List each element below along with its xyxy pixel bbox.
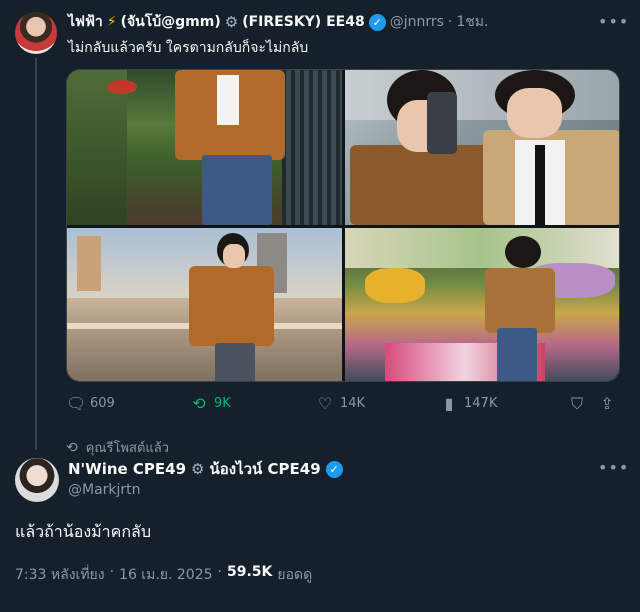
lightning-icon: ⚡	[106, 14, 117, 30]
sunflowers	[365, 268, 425, 303]
person-shirt	[217, 75, 239, 125]
heart-icon: ♡	[317, 394, 333, 413]
tweet-actions: 🗨 609 ⟲ 9K ♡ 14K ▮ 147K ⛉ ⇪	[66, 394, 620, 416]
user-handle[interactable]: @Markjrtn	[68, 482, 141, 498]
reply-count: 609	[90, 396, 115, 411]
more-options-icon[interactable]: •••	[598, 12, 629, 31]
verified-badge-icon: ✓	[368, 13, 386, 31]
display-name-secondary[interactable]: น้องไวน์ CPE49	[209, 457, 320, 481]
analytics-icon: ▮	[444, 394, 454, 413]
white-flowers	[345, 228, 619, 268]
avatar[interactable]	[15, 12, 57, 54]
person-jeans	[202, 155, 272, 225]
bookmark-button[interactable]: ⛉	[568, 394, 586, 414]
repost-icon: ⟲	[66, 439, 78, 456]
photo-4[interactable]	[345, 228, 619, 381]
more-options-icon[interactable]: •••	[598, 458, 629, 477]
gear-icon: ⚙	[191, 460, 205, 478]
view-count: 147K	[464, 396, 498, 411]
red-flowers	[107, 80, 137, 94]
reply-icon: 🗨	[66, 394, 87, 413]
tweet-header: ไฟฟ้า ⚡ (จันโบ้@gmm) ⚙ (FIRESKY) EE48 ✓ …	[68, 12, 488, 32]
repost-indicator: ⟲ คุณรีโพสต์แล้ว	[66, 437, 169, 458]
person-face	[223, 244, 245, 268]
repost-icon: ⟲	[192, 394, 206, 413]
views-button[interactable]: ▮ 147K	[440, 394, 498, 413]
repost-label: คุณรีโพสต์แล้ว	[85, 441, 170, 456]
date[interactable]: 16 เม.ย. 2025	[119, 564, 212, 586]
tweet-text: ไม่กลับแล้วครับ ใครตามกลับก็จะไม่กลับ	[68, 40, 309, 56]
separator-dot: ·	[217, 564, 222, 580]
separator-dot: ·	[447, 14, 453, 30]
display-name-secondary[interactable]: (จันโบ้@gmm)	[121, 11, 221, 33]
photo-2[interactable]	[345, 70, 619, 225]
reply-button[interactable]: 🗨 609	[66, 394, 115, 413]
gear-icon: ⚙	[224, 13, 239, 31]
person-jacket	[189, 266, 274, 346]
repost-button[interactable]: ⟲ 9K	[190, 394, 231, 413]
share-icon: ⇪	[600, 394, 614, 413]
share-button[interactable]: ⇪	[598, 394, 616, 413]
phone	[427, 92, 457, 154]
person-jeans	[497, 328, 537, 381]
person-hair	[505, 236, 541, 268]
separator-dot: ·	[109, 564, 115, 580]
avatar[interactable]	[15, 458, 59, 502]
media-grid	[66, 69, 620, 382]
tweet-text: แล้วถ้าน้องม้าคกลับ	[15, 522, 152, 541]
tie	[535, 145, 545, 225]
tweet-header: N'Wine CPE49 ⚙ น้องไวน์ CPE49 ✓	[68, 459, 343, 479]
person-jacket	[485, 268, 555, 333]
timestamp[interactable]: 1ชม.	[456, 11, 488, 33]
view-count: 59.5K	[226, 564, 273, 580]
person-left-jacket	[350, 145, 490, 225]
building	[77, 236, 101, 291]
user-handle[interactable]: @jnnrrs	[390, 14, 444, 30]
views-label: ยอดดู	[277, 567, 313, 583]
photo-3[interactable]	[67, 228, 342, 381]
like-button[interactable]: ♡ 14K	[316, 394, 365, 413]
tweet-meta: 7:33 หลังเที่ยง · 16 เม.ย. 2025 · 59.5K …	[15, 564, 312, 586]
display-name[interactable]: ไฟฟ้า	[68, 11, 103, 33]
display-name-tertiary[interactable]: (FIRESKY) EE48	[242, 14, 364, 30]
building-background	[345, 70, 619, 120]
verified-badge-icon: ✓	[325, 460, 343, 478]
like-count: 14K	[340, 396, 366, 411]
photo-1[interactable]	[67, 70, 342, 225]
thread-connector-line	[35, 58, 37, 450]
person-right-face	[507, 88, 562, 138]
person-pants	[215, 343, 255, 381]
fence-decoration	[282, 70, 342, 225]
bookmark-icon: ⛉	[570, 394, 583, 413]
repost-count: 9K	[214, 396, 231, 411]
display-name[interactable]: N'Wine CPE49	[68, 460, 186, 478]
timestamp[interactable]: 7:33 หลังเที่ยง	[15, 564, 105, 586]
